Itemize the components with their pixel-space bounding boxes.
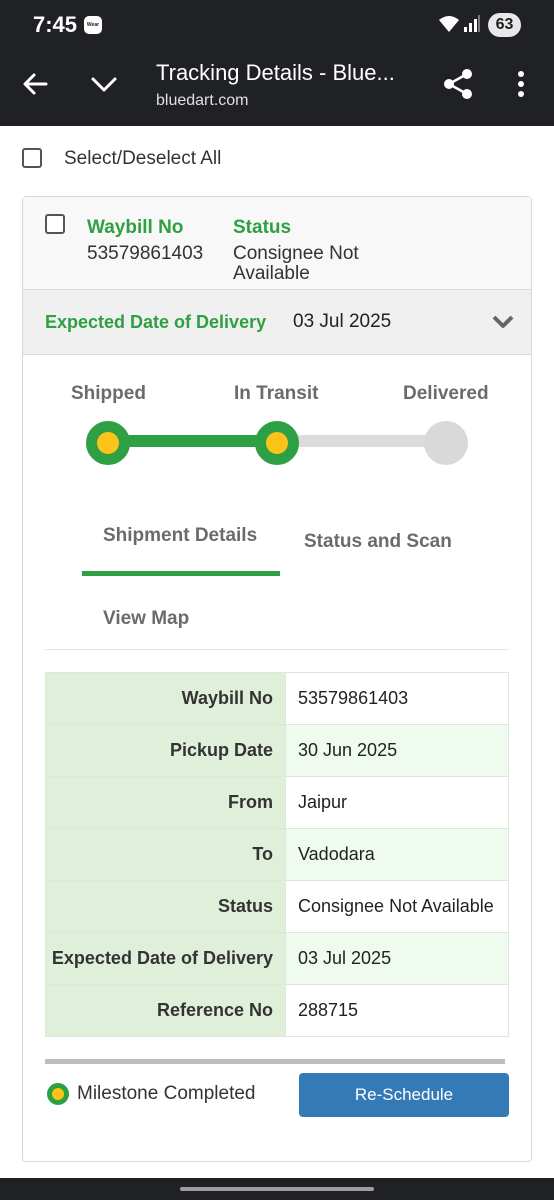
wifi-icon [439,16,459,32]
signal-icon [464,15,480,32]
milestone-delivered [424,421,468,465]
shipment-checkbox[interactable] [45,214,65,234]
chevron-down-icon[interactable] [88,68,120,100]
detail-value: 288715 [285,984,509,1037]
page-title: Tracking Details - Blue... [156,60,395,85]
status-value-line2: Available [233,263,310,284]
select-all-checkbox[interactable] [22,148,42,168]
browser-toolbar: Tracking Details - Blue... bluedart.com [0,50,554,126]
milestone-legend-label: Milestone Completed [77,1083,256,1104]
table-row: Reference No 288715 [45,984,509,1037]
status-label: Status [233,217,292,238]
milestone-in-transit [255,421,299,465]
detail-key: Status [45,880,286,933]
status-value-line1: Consignee Not [233,243,359,264]
select-all-label: Select/Deselect All [64,148,222,169]
chevron-down-icon[interactable] [491,313,515,331]
step-label-shipped: Shipped [71,383,146,404]
detail-value: 03 Jul 2025 [285,932,509,985]
milestone-shipped [86,421,130,465]
wear-os-icon: Wear [84,16,102,34]
detail-value: Jaipur [285,776,509,829]
table-row: Status Consignee Not Available [45,880,509,933]
detail-key: Expected Date of Delivery [45,932,286,985]
shipment-details-table: Waybill No 53579861403 Pickup Date 30 Ju… [45,672,509,1037]
share-icon[interactable] [440,66,476,102]
page-url: bluedart.com [156,92,249,109]
tab-divider [45,649,509,650]
step-label-in-transit: In Transit [234,383,319,404]
detail-value: Vadodara [285,828,509,881]
edd-label: Expected Date of Delivery [45,312,267,332]
table-row: From Jaipur [45,776,509,829]
home-gesture-handle[interactable] [180,1187,374,1191]
tab-active-indicator [82,571,280,576]
battery-icon: 63 [488,13,521,37]
table-row: Waybill No 53579861403 [45,672,509,725]
detail-key: Reference No [45,984,286,1037]
detail-key: From [45,776,286,829]
detail-value: Consignee Not Available [285,880,509,933]
edd-value: 03 Jul 2025 [293,311,392,332]
reschedule-button[interactable]: Re-Schedule [299,1073,509,1117]
table-row: To Vadodara [45,828,509,881]
shipment-card-header: Waybill No 53579861403 Status Consignee … [23,197,531,289]
status-time: 7:45 [33,12,78,37]
tab-shipment-details[interactable]: Shipment Details [103,525,257,547]
detail-key: Waybill No [45,672,286,725]
detail-key: To [45,828,286,881]
status-bar: 7:45 Wear 63 [0,0,554,50]
detail-key: Pickup Date [45,724,286,777]
shipment-card: Waybill No 53579861403 Status Consignee … [22,196,532,1162]
more-vert-icon[interactable] [508,68,534,100]
milestone-legend-icon [47,1083,69,1105]
waybill-value: 53579861403 [87,243,204,264]
gesture-nav-bar [0,1178,554,1200]
back-arrow-icon[interactable] [20,68,52,100]
horizontal-scrollbar[interactable] [45,1059,505,1064]
table-row: Expected Date of Delivery 03 Jul 2025 [45,932,509,985]
tab-view-map[interactable]: View Map [103,608,189,630]
waybill-label: Waybill No [87,217,184,238]
step-label-delivered: Delivered [403,383,489,404]
detail-value: 30 Jun 2025 [285,724,509,777]
table-row: Pickup Date 30 Jun 2025 [45,724,509,777]
expected-delivery-row[interactable]: Expected Date of Delivery 03 Jul 2025 [23,289,531,355]
detail-value: 53579861403 [285,672,509,725]
tab-status-and-scan[interactable]: Status and Scan [304,531,452,553]
